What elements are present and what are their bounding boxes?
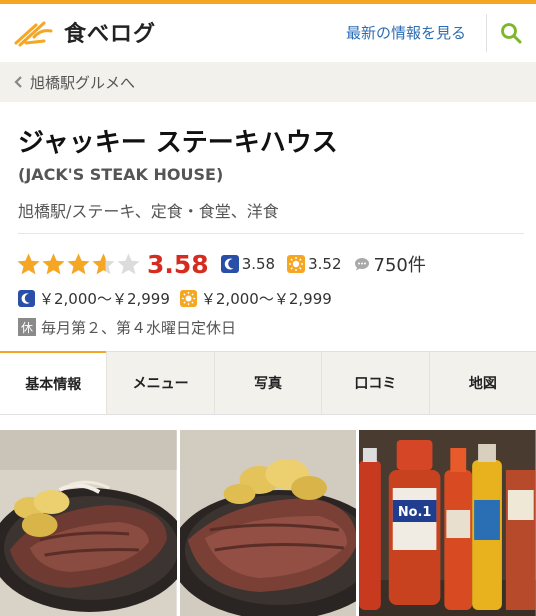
budget-row: ￥2,000～￥2,999 ￥2,000～￥2,999 xyxy=(18,287,332,309)
section-divider xyxy=(18,233,524,234)
rating-row[interactable]: 3.58 3.58 3.52 750件 xyxy=(16,248,426,280)
photo-steak-plate[interactable] xyxy=(0,430,177,616)
review-count[interactable]: 750件 xyxy=(374,251,426,277)
sauce-bottles-image: No.1 xyxy=(359,430,536,616)
tab-photos[interactable]: 写真 xyxy=(213,352,321,414)
svg-text:No.1: No.1 xyxy=(398,505,432,520)
holiday-row: 休 毎月第２、第４水曜日定休日 xyxy=(18,316,236,338)
breadcrumb[interactable]: 旭橋駅グルメへ xyxy=(0,62,536,102)
rating-score: 3.58 xyxy=(147,249,209,279)
photo-steak-closeup[interactable] xyxy=(179,430,357,616)
restaurant-name-english: (JACK'S STEAK HOUSE) xyxy=(18,165,224,184)
comment-icon xyxy=(354,258,369,271)
tab-map[interactable]: 地図 xyxy=(428,352,536,414)
photo-strip: No.1 xyxy=(0,430,536,616)
restaurant-tabs: 基本情報 メニュー 写真 口コミ 地図 xyxy=(0,351,536,415)
logo-text: 食べログ xyxy=(64,22,157,47)
search-button[interactable] xyxy=(494,16,528,50)
lunch-sun-icon xyxy=(179,289,197,307)
latest-info-link[interactable]: 最新の情報を見る xyxy=(346,22,466,43)
tab-basic-info[interactable]: 基本情報 xyxy=(0,351,107,414)
star-icon xyxy=(67,253,90,274)
star-icon xyxy=(92,253,115,274)
site-header: 食べログ 最新の情報を見る xyxy=(0,4,536,60)
star-icon xyxy=(117,253,140,274)
dinner-moon-icon xyxy=(18,289,35,307)
star-icon xyxy=(42,253,65,274)
steak-closeup-image xyxy=(179,430,357,616)
search-icon xyxy=(501,23,522,44)
breadcrumb-label: 旭橋駅グルメへ xyxy=(30,73,136,92)
holiday-text: 毎月第２、第４水曜日定休日 xyxy=(41,318,237,337)
holiday-badge: 休 xyxy=(18,318,36,336)
tab-menu[interactable]: メニュー xyxy=(106,352,213,414)
star-rating xyxy=(16,252,141,277)
chevron-left-icon xyxy=(14,76,22,88)
lunch-budget: ￥2,000～￥2,999 xyxy=(200,289,332,308)
tabelog-logo[interactable]: 食べログ xyxy=(14,16,156,48)
dinner-rating: 3.58 xyxy=(241,255,276,273)
photo-sauce-bottles[interactable]: No.1 xyxy=(359,430,536,616)
lunch-rating: 3.52 xyxy=(308,255,342,273)
lunch-sun-icon xyxy=(287,255,306,273)
restaurant-genre: 旭橋駅/ステーキ、定食・食堂、洋食 xyxy=(18,202,279,221)
chopsticks-logo-icon xyxy=(14,21,53,47)
restaurant-name: ジャッキー ステーキハウス xyxy=(18,128,338,158)
header-divider xyxy=(486,14,487,52)
star-icon xyxy=(17,253,40,274)
steak-photo-image xyxy=(0,430,177,616)
tab-reviews[interactable]: 口コミ xyxy=(321,352,428,414)
dinner-moon-icon xyxy=(220,255,239,273)
dinner-budget: ￥2,000～￥2,999 xyxy=(39,289,170,308)
